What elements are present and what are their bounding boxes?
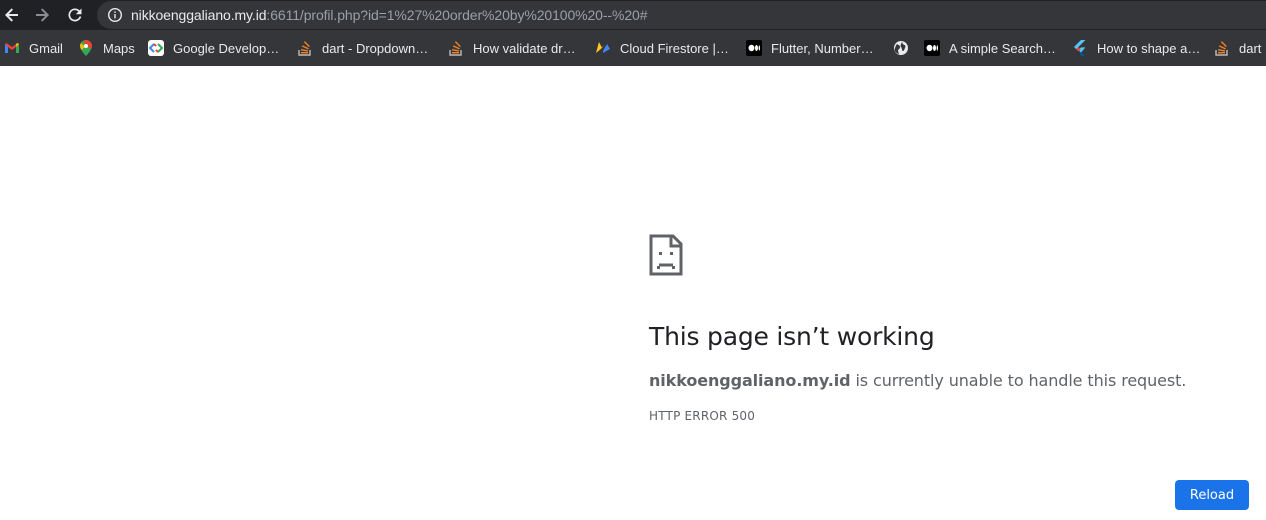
error-title: This page isn’t working xyxy=(649,322,935,351)
bookmark-how-validate[interactable]: How validate dr… xyxy=(448,30,576,66)
flutter-icon xyxy=(1072,40,1088,56)
maps-pin-icon xyxy=(78,40,94,56)
url-host: nikkoenggaliano.my.id xyxy=(131,7,267,23)
bookmark-google-developers[interactable]: Google Develop… xyxy=(148,30,279,66)
back-button[interactable] xyxy=(0,3,24,27)
address-bar[interactable]: nikkoenggaliano.my.id:6611/profil.php?id… xyxy=(97,1,1266,29)
stackoverflow-icon xyxy=(448,40,464,56)
bookmark-label: dart - Dropdown… xyxy=(322,40,429,56)
bookmark-label: Maps xyxy=(103,40,135,56)
bookmark-simple-search[interactable]: A simple Search… xyxy=(924,30,1056,66)
browser-toolbar: nikkoenggaliano.my.id:6611/profil.php?id… xyxy=(0,0,1266,30)
bookmark-gmail[interactable]: Gmail xyxy=(4,30,63,66)
error-message: nikkoenggaliano.my.id is currently unabl… xyxy=(649,371,1186,390)
error-code: HTTP ERROR 500 xyxy=(649,409,756,423)
bookmark-label: Flutter, Number… xyxy=(771,40,874,56)
bookmark-label: How validate dr… xyxy=(473,40,576,56)
bookmark-label: dart xyxy=(1239,40,1262,56)
gmail-icon xyxy=(4,40,20,56)
bookmark-how-to-shape[interactable]: How to shape a… xyxy=(1072,30,1200,66)
google-developers-icon xyxy=(148,40,164,56)
reload-icon xyxy=(68,8,82,22)
back-arrow-icon xyxy=(5,8,18,22)
bookmark-label: A simple Search… xyxy=(949,40,1056,56)
medium-icon xyxy=(924,40,940,56)
error-message-text: is currently unable to handle this reque… xyxy=(850,371,1187,390)
url-text[interactable]: nikkoenggaliano.my.id:6611/profil.php?id… xyxy=(131,7,647,23)
medium-icon xyxy=(746,40,762,56)
forward-button[interactable] xyxy=(30,3,54,27)
globe-icon xyxy=(893,40,909,56)
bookmark-label: Cloud Firestore |… xyxy=(620,40,729,56)
sad-page-icon xyxy=(649,234,683,276)
bookmark-label: Gmail xyxy=(29,40,63,56)
bookmark-dart-dropdown[interactable]: dart - Dropdown… xyxy=(297,30,428,66)
info-icon[interactable] xyxy=(107,7,123,23)
bookmark-dart[interactable]: dart xyxy=(1214,30,1261,66)
bookmark-label: How to shape a… xyxy=(1097,40,1201,56)
stackoverflow-icon xyxy=(297,40,313,56)
firebase-icon xyxy=(595,40,611,56)
bookmark-label: Google Develop… xyxy=(173,40,280,56)
reload-page-button[interactable] xyxy=(63,3,87,27)
bookmarks-bar: Gmail Maps Google Develop… dart - Dropdo… xyxy=(0,30,1266,66)
bookmark-cloud-firestore[interactable]: Cloud Firestore |… xyxy=(595,30,729,66)
bookmark-flutter-number[interactable]: Flutter, Number… xyxy=(746,30,874,66)
url-path: :6611/profil.php?id=1%27%20order%20by%20… xyxy=(266,7,648,23)
forward-arrow-icon xyxy=(36,8,49,22)
bookmark-maps[interactable]: Maps xyxy=(78,30,135,66)
bookmark-globe[interactable] xyxy=(893,30,918,66)
stackoverflow-icon xyxy=(1214,40,1230,56)
reload-button[interactable]: Reload xyxy=(1175,480,1249,510)
error-host: nikkoenggaliano.my.id xyxy=(649,371,851,390)
